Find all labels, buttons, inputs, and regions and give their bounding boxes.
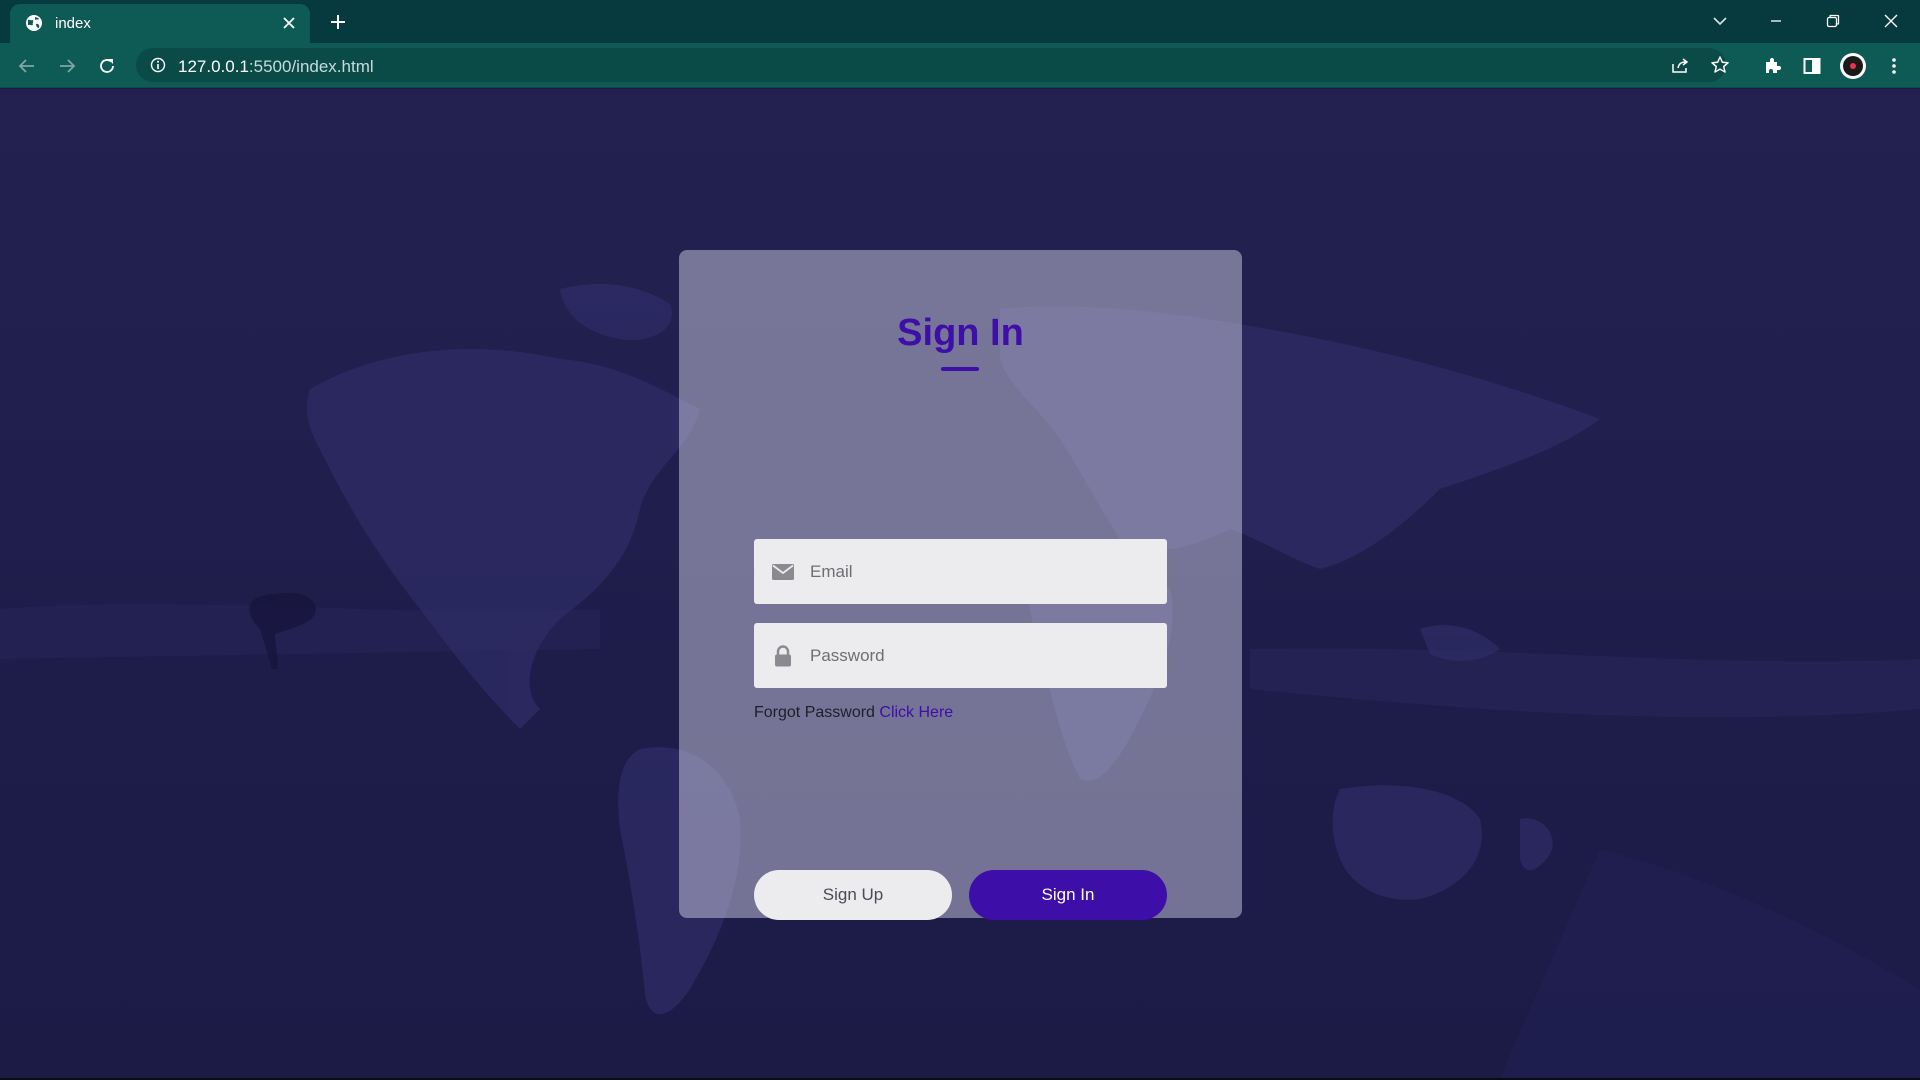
url-path: :5500/index.html: [248, 57, 374, 76]
forgot-password-row: Forgot Password Click Here: [754, 704, 953, 722]
bookmark-star-icon[interactable]: [1708, 53, 1732, 77]
close-tab-icon[interactable]: [278, 12, 300, 34]
browser-toolbar: 127.0.0.1:5500/index.html: [0, 43, 1920, 88]
sign-in-button[interactable]: Sign In: [969, 870, 1167, 920]
password-field[interactable]: [754, 623, 1167, 688]
restore-icon[interactable]: [1816, 6, 1850, 36]
url-text: 127.0.0.1:5500/index.html: [178, 57, 374, 77]
lock-icon: [771, 644, 795, 668]
menu-kebab-icon[interactable]: [1879, 51, 1909, 81]
url-host: 127.0.0.1: [178, 57, 249, 76]
forgot-password-label: Forgot Password: [754, 704, 875, 721]
sign-in-card: Sign In Forgot Password Click Here Sign …: [679, 250, 1242, 920]
info-icon[interactable]: [150, 57, 166, 73]
globe-icon: [25, 14, 43, 32]
forgot-password-link[interactable]: Click Here: [879, 704, 953, 721]
password-input[interactable]: [810, 623, 1150, 688]
tab-title: index: [55, 15, 91, 32]
minimize-icon[interactable]: [1759, 6, 1793, 36]
side-panel-icon[interactable]: [1797, 51, 1827, 81]
title-underline: [941, 367, 979, 371]
address-bar[interactable]: 127.0.0.1:5500/index.html: [136, 48, 1729, 82]
close-window-icon[interactable]: [1874, 6, 1908, 36]
envelope-icon: [771, 560, 795, 584]
back-icon[interactable]: [12, 51, 42, 81]
profile-avatar[interactable]: [1838, 51, 1868, 81]
new-tab-icon[interactable]: [326, 10, 350, 34]
share-icon[interactable]: [1668, 53, 1692, 77]
email-field[interactable]: [754, 539, 1167, 604]
tab-search-icon[interactable]: [1703, 6, 1737, 36]
email-input[interactable]: [810, 539, 1150, 604]
sign-up-button[interactable]: Sign Up: [754, 870, 952, 920]
browser-tab[interactable]: index: [10, 4, 310, 43]
reload-icon[interactable]: [92, 51, 122, 81]
page-viewport: Sign In Forgot Password Click Here Sign …: [0, 89, 1920, 1078]
page-title: Sign In: [897, 312, 1024, 354]
extensions-icon[interactable]: [1757, 51, 1787, 81]
forward-icon[interactable]: [52, 51, 82, 81]
tab-strip: index: [0, 0, 1920, 43]
